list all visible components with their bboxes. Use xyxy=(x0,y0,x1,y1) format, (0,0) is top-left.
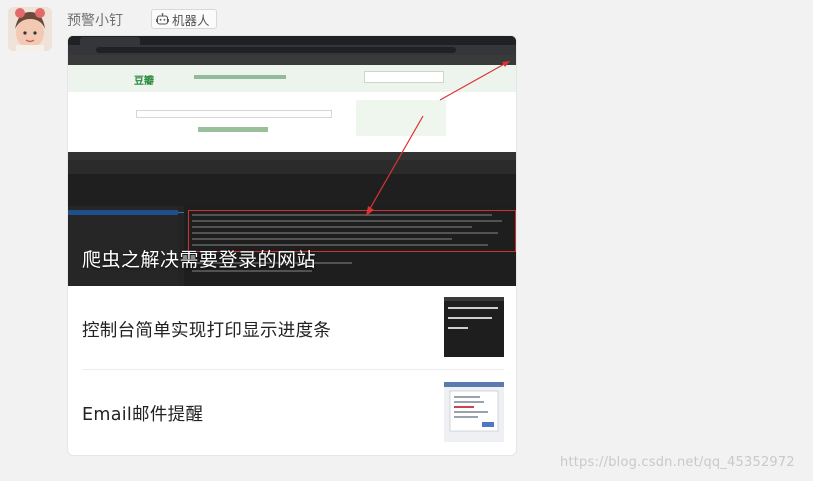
hero-article[interactable]: 豆瓣 爬虫之解决需要登录的网站 xyxy=(68,36,516,286)
robot-icon xyxy=(155,12,170,26)
list-item-title: 控制台简单实现打印显示进度条 xyxy=(82,321,332,341)
watermark: https://blog.csdn.net/qq_45352972 xyxy=(560,455,795,470)
message-card[interactable]: 豆瓣 爬虫之解决需要登录的网站 控制台简单实现打印显示进度条 Email邮件提醒 xyxy=(67,35,517,456)
list-item-title: Email邮件提醒 xyxy=(82,405,204,425)
sender-name[interactable]: 预警小钉 xyxy=(67,10,123,30)
dialog-thumbnail xyxy=(444,382,504,442)
hero-title: 爬虫之解决需要登录的网站 xyxy=(82,249,317,271)
bot-label: 机器人 xyxy=(172,12,210,28)
list-item[interactable]: 控制台简单实现打印显示进度条 xyxy=(68,286,516,368)
terminal-thumbnail xyxy=(444,297,504,357)
avatar[interactable] xyxy=(8,7,52,51)
user-avatar-photo xyxy=(8,7,52,51)
list-item[interactable]: Email邮件提醒 xyxy=(68,370,516,452)
bot-badge: 机器人 xyxy=(151,9,217,29)
